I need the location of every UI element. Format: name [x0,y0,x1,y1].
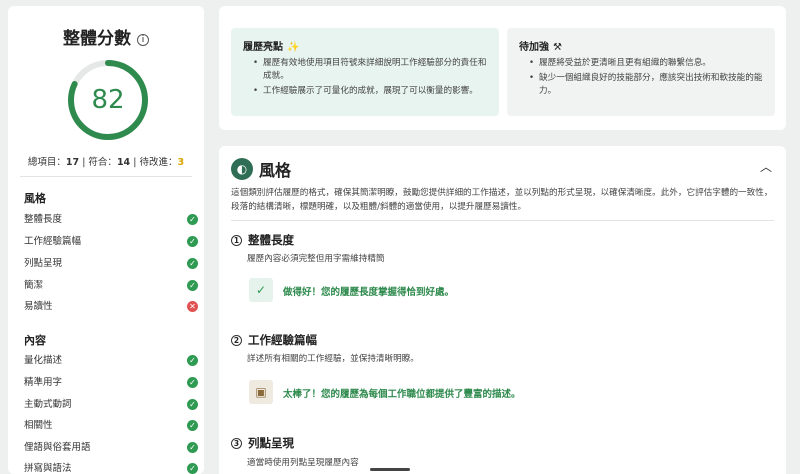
criterion-title: 3 列點呈現 [231,435,294,451]
highlight-item: 履歷有效地使用項目符號來詳細說明工作經驗部分的責任和成就。 [253,57,487,83]
sidebar-item[interactable]: 拼寫與語法 ✓ [24,461,198,474]
improve-item: 缺少一個組織良好的技能部分，應該突出技術和軟技能的能力。 [529,72,763,98]
style-title: 風格 [259,161,292,180]
check-icon: ✓ [187,463,198,474]
criterion-title-text: 整體長度 [248,233,294,247]
sidebar-item-label: 工作經驗篇幅 [24,236,82,247]
sidebar-item[interactable]: 量化描述 ✓ [24,353,198,373]
section-title-style: 風格 [24,192,46,205]
criterion-title-text: 列點呈現 [248,436,294,450]
feedback-text: 做得好！您的履歷長度掌握得恰到好處。 [283,287,455,298]
criterion-description: 適當時使用列點呈現履歷內容 [247,458,359,468]
style-divider [231,220,774,221]
sidebar-item[interactable]: 工作經驗篇幅 ✓ [24,234,198,254]
style-description: 這個類別評估履歷的格式，確保其簡潔明瞭，鼓勵您提供詳細的工作描述，並以列點的形式… [231,188,773,212]
sparkle-icon: ✨ [287,42,300,53]
scroll-handle[interactable] [370,468,410,471]
briefcase-icon: ▣ [249,380,273,404]
sidebar-item-label: 列點呈現 [24,258,63,269]
sidebar-item[interactable]: 易讀性 ✕ [24,299,198,319]
score-title: 整體分數 i [8,24,204,49]
chevron-up-icon[interactable]: ︿ [760,158,772,175]
improve-list: 履歷將受益於更清晰且更有組織的聯繫信息。 缺少一個組織良好的技能部分，應該突出技… [519,57,763,98]
criterion-description: 履歷內容必須完整但用字需維持精簡 [247,254,385,264]
sidebar-item-label: 簡潔 [24,280,44,291]
sidebar-item[interactable]: 主動式動詞 ✓ [24,397,198,417]
criterion-description: 詳述所有相關的工作經驗，並保持清晰明瞭。 [247,354,419,364]
check-icon: ✓ [187,399,198,410]
score-sidebar: 整體分數 i 82 總項目：17 | 符合：14 | 待改進：3 風格 整體長度 ✓… [8,6,204,474]
score-ring: 82 [66,58,150,142]
check-icon: ✓ [187,377,198,388]
sidebar-item-label: 精準用字 [24,377,63,388]
score-value: 82 [91,85,125,115]
improve-box: 待加強 ⚒ 履歷將受益於更清晰且更有組織的聯繫信息。 缺少一個組織良好的技能部分，… [507,28,775,116]
criterion-title: 2 工作經驗篇幅 [231,332,317,348]
sidebar-item-label: 俚語與俗套用語 [24,442,91,453]
check-doc-icon: ✓ [249,278,273,302]
improve-title-text: 待加強 [519,42,549,53]
summary-card: 履歷亮點 ✨ 履歷有效地使用項目符號來詳細說明工作經驗部分的責任和成就。 工作經驗… [219,6,786,130]
criterion-number: 2 [231,335,242,346]
highlight-item: 工作經驗展示了可量化的成就，展現了可以衡量的影響。 [253,85,487,98]
check-icon: ✓ [187,258,198,269]
check-icon: ✓ [187,420,198,431]
highlights-list: 履歷有效地使用項目符號來詳細說明工作經驗部分的責任和成就。 工作經驗展示了可量化… [243,57,487,98]
palette-icon: ◐ [231,158,253,180]
sidebar-item[interactable]: 列點呈現 ✓ [24,256,198,276]
sidebar-item-label: 易讀性 [24,301,53,312]
feedback-text: 太棒了！您的履歷為每個工作職位都提供了豐富的描述。 [283,389,521,400]
criterion-title-text: 工作經驗篇幅 [248,333,317,347]
sidebar-item-label: 主動式動詞 [24,399,72,410]
highlights-title: 履歷亮點 ✨ [243,38,487,53]
sidebar-item-label: 整體長度 [24,214,63,225]
sidebar-item-label: 量化描述 [24,355,63,366]
total-label: 總項目： [27,157,66,168]
check-icon: ✓ [187,214,198,225]
pass-label: 符合： [88,157,117,168]
tools-icon: ⚒ [553,42,562,53]
check-icon: ✓ [187,280,198,291]
fix-count: 3 [177,157,185,168]
highlights-title-text: 履歷亮點 [243,42,283,53]
sidebar-divider [20,176,192,177]
improve-item: 履歷將受益於更清晰且更有組織的聯繫信息。 [529,57,763,70]
sidebar-item[interactable]: 俚語與俗套用語 ✓ [24,440,198,460]
improve-title: 待加強 ⚒ [519,38,763,53]
sidebar-item[interactable]: 相關性 ✓ [24,418,198,438]
criterion-number: 3 [231,438,242,449]
sidebar-item-label: 拼寫與語法 [24,463,72,474]
score-stats: 總項目：17 | 符合：14 | 待改進：3 [27,157,185,168]
total-count: 17 [65,157,80,168]
criterion-title: 1 整體長度 [231,232,294,248]
check-icon: ✓ [187,442,198,453]
check-icon: ✓ [187,355,198,366]
info-icon[interactable]: i [137,34,149,46]
sidebar-item-label: 相關性 [24,420,53,431]
style-card: ◐ 風格 ︿ 這個類別評估履歷的格式，確保其簡潔明瞭，鼓勵您提供詳細的工作描述，… [219,146,786,474]
section-title-content: 內容 [24,334,46,347]
score-title-text: 整體分數 [63,29,131,49]
sidebar-item[interactable]: 整體長度 ✓ [24,212,198,232]
pass-count: 14 [116,157,131,168]
error-icon: ✕ [187,301,198,312]
check-icon: ✓ [187,236,198,247]
criterion-number: 1 [231,235,242,246]
highlights-box: 履歷亮點 ✨ 履歷有效地使用項目符號來詳細說明工作經驗部分的責任和成就。 工作經驗… [231,28,499,116]
fix-label: 待改進： [139,157,178,168]
sidebar-item[interactable]: 精準用字 ✓ [24,375,198,395]
sidebar-item[interactable]: 簡潔 ✓ [24,278,198,298]
